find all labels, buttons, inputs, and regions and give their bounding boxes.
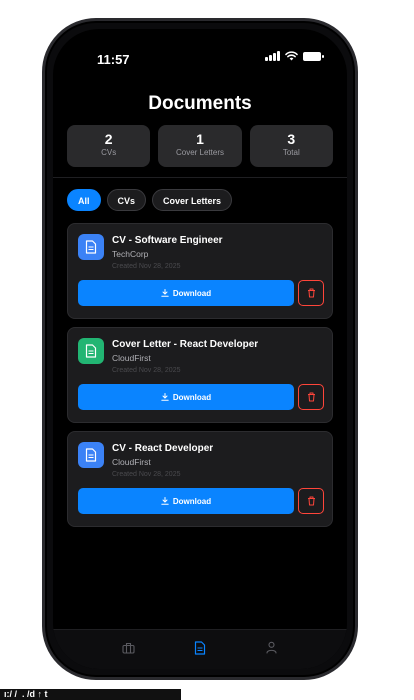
- status-bar: 11:57: [53, 29, 347, 73]
- stat-label: Total: [282, 148, 300, 157]
- bottom-tab-bar: [53, 629, 347, 669]
- document-icon: [78, 442, 104, 468]
- stat-value: 2: [104, 131, 113, 147]
- document-company: CloudFirst: [112, 457, 151, 467]
- status-icons: [265, 51, 324, 61]
- document-list: CV - Software Engineer TechCorp Created …: [67, 223, 333, 535]
- download-button[interactable]: Download: [78, 488, 294, 514]
- filter-chip-cvs[interactable]: CVs: [106, 189, 147, 211]
- filter-chips: All CVs Cover Letters: [67, 189, 233, 211]
- document-icon: [194, 640, 206, 655]
- tab-documents[interactable]: [186, 634, 214, 662]
- stat-card-total: 3 Total: [249, 125, 333, 167]
- document-card[interactable]: CV - Software Engineer TechCorp Created …: [67, 223, 333, 319]
- delete-button[interactable]: [298, 384, 324, 410]
- phone-screen: 11:57 Documents 2 CVs 1 Cover Letters 3 …: [53, 29, 347, 669]
- download-icon: [161, 497, 169, 505]
- download-icon: [161, 289, 169, 297]
- document-date: Created Nov 28, 2025: [112, 471, 181, 478]
- download-label: Download: [172, 496, 212, 506]
- document-title: Cover Letter - React Developer: [112, 339, 259, 350]
- delete-button[interactable]: [298, 280, 324, 306]
- battery-icon: [303, 51, 324, 61]
- download-label: Download: [172, 288, 212, 298]
- tab-profile[interactable]: [257, 634, 285, 662]
- stat-value: 1: [196, 131, 204, 147]
- trash-icon: [307, 392, 315, 402]
- status-time: 11:57: [97, 52, 130, 67]
- document-title: CV - Software Engineer: [112, 235, 223, 246]
- document-card[interactable]: CV - React Developer CloudFirst Created …: [67, 431, 333, 527]
- person-icon: [266, 641, 277, 654]
- document-company: CloudFirst: [112, 353, 151, 363]
- stage: 11:57 Documents 2 CVs 1 Cover Letters 3 …: [0, 0, 414, 700]
- stats-row: 2 CVs 1 Cover Letters 3 Total: [67, 125, 333, 167]
- stat-value: 3: [287, 131, 296, 147]
- document-icon: [78, 338, 104, 364]
- download-label: Download: [172, 392, 212, 402]
- filter-chip-cover-letters[interactable]: Cover Letters: [152, 189, 233, 211]
- trash-icon: [307, 288, 315, 298]
- divider: [53, 177, 347, 178]
- download-button[interactable]: Download: [78, 384, 294, 410]
- briefcase-icon: [122, 642, 135, 654]
- download-button[interactable]: Download: [78, 280, 294, 306]
- url-bar: ı:/ / ⁣ . /d ↑ t: [0, 689, 181, 700]
- document-icon: [78, 234, 104, 260]
- wifi-icon: [285, 51, 298, 61]
- document-title: CV - React Developer: [112, 443, 214, 454]
- tab-jobs[interactable]: [115, 634, 143, 662]
- delete-button[interactable]: [298, 488, 324, 514]
- stat-label: Cover Letters: [175, 148, 224, 157]
- document-company: TechCorp: [112, 249, 149, 259]
- document-date: Created Nov 28, 2025: [112, 367, 181, 374]
- page-title: Documents: [148, 93, 252, 114]
- stat-label: CVs: [101, 148, 117, 157]
- document-date: Created Nov 28, 2025: [112, 263, 181, 270]
- download-icon: [161, 393, 169, 401]
- stat-card-cvs: 2 CVs: [67, 125, 151, 167]
- stat-card-cover-letters: 1 Cover Letters: [158, 125, 242, 167]
- cellular-signal-icon: [265, 51, 280, 61]
- filter-chip-all[interactable]: All: [67, 189, 101, 211]
- trash-icon: [307, 496, 315, 506]
- document-card[interactable]: Cover Letter - React Developer CloudFirs…: [67, 327, 333, 423]
- phone-frame: 11:57 Documents 2 CVs 1 Cover Letters 3 …: [42, 18, 358, 680]
